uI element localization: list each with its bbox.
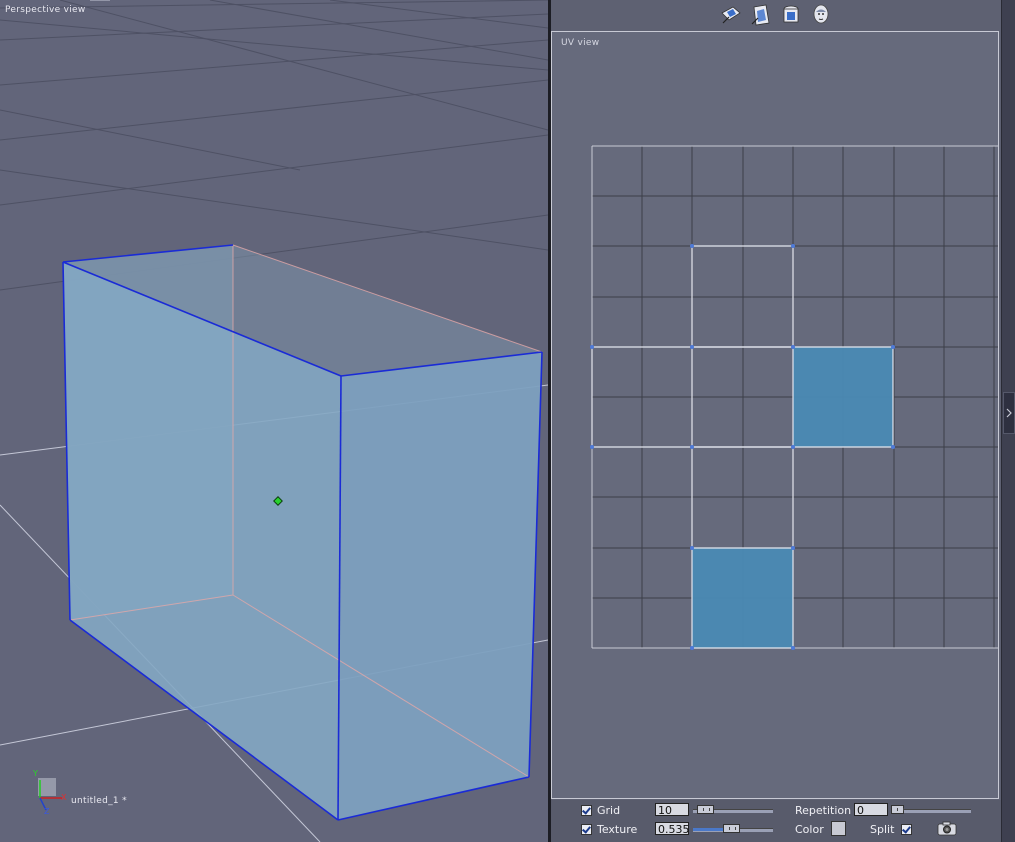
axis-y-label: Y [33,769,39,778]
repetition-label: Repetition [795,804,852,817]
uv-planar-icon[interactable] [718,2,744,28]
ground-grid [0,0,548,291]
grid-slider-thumb[interactable] [697,805,714,814]
repetition-value-input[interactable]: 0 [854,803,888,817]
axis-gizmo-icon [38,778,62,811]
panel-edge-strip [1001,0,1015,842]
perspective-viewport[interactable]: Perspective view Y X Z untitled_1 * [0,0,548,842]
uv-grid-canvas[interactable] [552,32,998,798]
uv-face-selected [793,347,893,447]
panel-collapse-handle[interactable] [1003,392,1015,434]
uv-mapping-toolbar [551,0,1001,30]
perspective-view-title: Perspective view [5,5,86,15]
axis-x-label: X [61,793,67,802]
mesh-box [62,244,543,821]
uv-face-selected [692,548,793,648]
texture-slider-thumb[interactable] [723,824,740,833]
texture-label: Texture [597,823,638,836]
split-label: Split [870,823,895,836]
uv-editor-panel: UV view Grid 10 Repetition 0 Texture 0.5… [551,0,1015,842]
grid-label: Grid [597,804,621,817]
texture-value-input[interactable]: 0.535 [655,822,690,836]
color-swatch[interactable] [831,821,846,836]
uv-cylinder-icon[interactable] [778,2,804,28]
repetition-slider-thumb[interactable] [891,805,904,814]
grid-checkbox[interactable] [581,805,592,816]
snapshot-camera-icon[interactable] [937,821,957,839]
split-checkbox[interactable] [901,824,913,835]
uv-view[interactable]: UV view [551,31,999,799]
axis-z-label: Z [44,807,50,816]
object-name-label: untitled_1 * [71,796,127,806]
grid-value-input[interactable]: 10 [655,803,689,817]
uv-sphere-head-icon[interactable] [808,2,834,28]
uv-options-bar: Grid 10 Repetition 0 Texture 0.535 Color… [551,800,1001,842]
uv-box-icon[interactable] [748,2,774,28]
texture-checkbox[interactable] [581,824,592,835]
perspective-scene[interactable] [0,0,548,842]
color-label: Color [795,823,824,836]
